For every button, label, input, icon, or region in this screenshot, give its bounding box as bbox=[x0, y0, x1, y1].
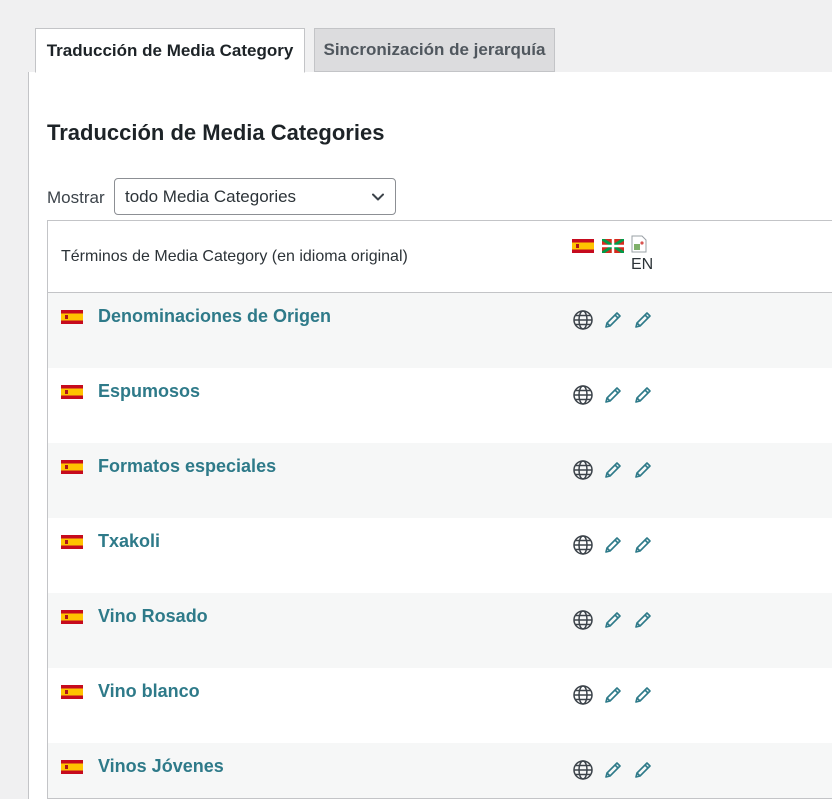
spain-flag-icon bbox=[61, 760, 83, 774]
table-header: Términos de Media Category (en idioma or… bbox=[48, 221, 832, 293]
pencil-icon[interactable] bbox=[632, 309, 654, 331]
term-link[interactable]: Txakoli bbox=[98, 531, 160, 552]
term-link[interactable]: Denominaciones de Origen bbox=[98, 306, 331, 327]
pencil-icon[interactable] bbox=[632, 684, 654, 706]
pencil-icon[interactable] bbox=[632, 534, 654, 556]
table-row: Espumosos bbox=[48, 368, 832, 443]
pencil-icon[interactable] bbox=[602, 684, 624, 706]
basque-flag-icon[interactable] bbox=[602, 239, 624, 253]
globe-icon[interactable] bbox=[572, 759, 594, 781]
globe-icon[interactable] bbox=[572, 534, 594, 556]
english-flag-broken-image[interactable]: EN bbox=[630, 235, 654, 275]
term-link[interactable]: Formatos especiales bbox=[98, 456, 276, 477]
filter-label: Mostrar bbox=[47, 188, 105, 207]
column-header-terms: Términos de Media Category (en idioma or… bbox=[61, 248, 408, 265]
globe-icon[interactable] bbox=[572, 684, 594, 706]
spain-flag-icon[interactable] bbox=[572, 239, 594, 253]
term-link[interactable]: Vinos Jóvenes bbox=[98, 756, 224, 777]
table-row: Txakoli bbox=[48, 518, 832, 593]
term-link[interactable]: Espumosos bbox=[98, 381, 200, 402]
term-link[interactable]: Vino Rosado bbox=[98, 606, 208, 627]
globe-icon[interactable] bbox=[572, 309, 594, 331]
table-row: Denominaciones de Origen bbox=[48, 293, 832, 368]
spain-flag-icon bbox=[61, 535, 83, 549]
table-row: Vinos Jóvenes bbox=[48, 743, 832, 798]
table-row: Vino Rosado bbox=[48, 593, 832, 668]
spain-flag-icon bbox=[61, 460, 83, 474]
tab-bar: Traducción de Media Category Sincronizac… bbox=[0, 0, 832, 73]
spain-flag-icon bbox=[61, 310, 83, 324]
english-language-alt-text: EN bbox=[631, 256, 654, 273]
filter-select[interactable]: todo Media Categories bbox=[114, 178, 396, 215]
tab-translation[interactable]: Traducción de Media Category bbox=[35, 28, 305, 73]
terms-table: Términos de Media Category (en idioma or… bbox=[47, 220, 832, 799]
page-title: Traducción de Media Categories bbox=[47, 120, 385, 145]
spain-flag-icon bbox=[61, 385, 83, 399]
spain-flag-icon bbox=[61, 610, 83, 624]
table-row: Formatos especiales bbox=[48, 443, 832, 518]
broken-image-icon bbox=[631, 235, 647, 253]
table-row: Vino blanco bbox=[48, 668, 832, 743]
main-panel: Traducción de Media Categories Mostrar t… bbox=[28, 72, 832, 799]
pencil-icon[interactable] bbox=[602, 609, 624, 631]
globe-icon[interactable] bbox=[572, 609, 594, 631]
term-link[interactable]: Vino blanco bbox=[98, 681, 200, 702]
pencil-icon[interactable] bbox=[632, 759, 654, 781]
pencil-icon[interactable] bbox=[632, 609, 654, 631]
globe-icon[interactable] bbox=[572, 459, 594, 481]
pencil-icon[interactable] bbox=[602, 459, 624, 481]
spain-flag-icon bbox=[61, 685, 83, 699]
pencil-icon[interactable] bbox=[602, 309, 624, 331]
chevron-down-icon bbox=[372, 193, 384, 201]
globe-icon[interactable] bbox=[572, 384, 594, 406]
table-body: Denominaciones de Origen Espumosos Formato… bbox=[48, 293, 832, 798]
pencil-icon[interactable] bbox=[602, 759, 624, 781]
pencil-icon[interactable] bbox=[602, 534, 624, 556]
pencil-icon[interactable] bbox=[632, 459, 654, 481]
pencil-icon[interactable] bbox=[632, 384, 654, 406]
pencil-icon[interactable] bbox=[602, 384, 624, 406]
filter-select-value: todo Media Categories bbox=[125, 186, 297, 206]
tab-hierarchy-sync[interactable]: Sincronización de jerarquía bbox=[314, 28, 555, 72]
